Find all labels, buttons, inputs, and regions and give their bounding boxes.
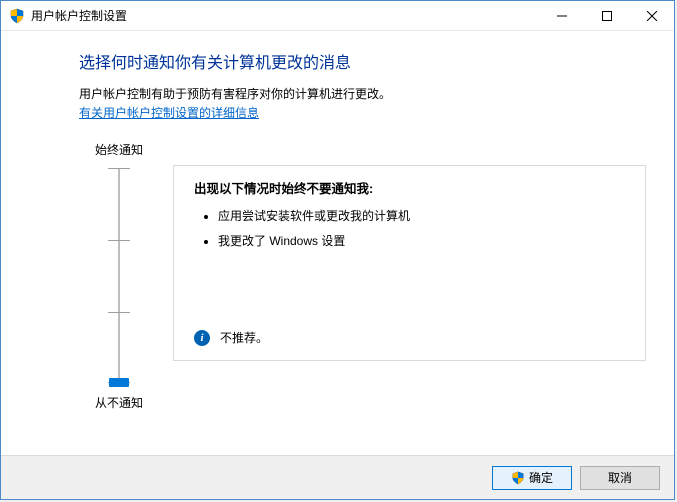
cancel-button[interactable]: 取消: [580, 466, 660, 490]
ok-button[interactable]: 确定: [492, 466, 572, 490]
description-text: 用户帐户控制有助于预防有害程序对你的计算机进行更改。: [79, 85, 646, 102]
page-heading: 选择何时通知你有关计算机更改的消息: [79, 49, 646, 73]
info-bullet: 我更改了 Windows 设置: [218, 232, 625, 249]
window-title: 用户帐户控制设置: [31, 7, 127, 24]
uac-shield-icon: [9, 8, 25, 24]
uac-level-slider[interactable]: [96, 168, 142, 384]
slider-tick: [108, 168, 130, 169]
slider-thumb[interactable]: [109, 378, 129, 387]
cancel-button-label: 取消: [608, 469, 632, 486]
slider-column: 始终通知 从不通知: [79, 141, 159, 411]
window-controls: [539, 1, 674, 30]
slider-track: [118, 168, 120, 384]
slider-bottom-label: 从不通知: [95, 394, 143, 411]
info-title: 出现以下情况时始终不要通知我:: [194, 178, 625, 197]
uac-settings-window: 用户帐户控制设置 选择何时通知你有关计算机更改的消息 用户帐户控制有助于预防有害…: [0, 0, 675, 500]
titlebar: 用户帐户控制设置: [1, 1, 674, 31]
footer-button-bar: 确定 取消: [1, 455, 674, 499]
slider-tick: [108, 312, 130, 313]
minimize-button[interactable]: [539, 1, 584, 30]
slider-top-label: 始终通知: [95, 141, 143, 158]
uac-shield-icon: [511, 471, 525, 485]
level-info-panel: 出现以下情况时始终不要通知我: 应用尝试安装软件或更改我的计算机 我更改了 Wi…: [173, 165, 646, 361]
maximize-button[interactable]: [584, 1, 629, 30]
learn-more-link[interactable]: 有关用户帐户控制设置的详细信息: [79, 104, 259, 121]
slider-tick: [108, 240, 130, 241]
recommend-text: 不推荐。: [220, 329, 268, 346]
info-bullet-list: 应用尝试安装软件或更改我的计算机 我更改了 Windows 设置: [194, 207, 625, 249]
ok-button-label: 确定: [529, 469, 553, 486]
close-button[interactable]: [629, 1, 674, 30]
info-icon: i: [194, 330, 210, 346]
recommend-row: i 不推荐。: [194, 329, 268, 346]
content-area: 选择何时通知你有关计算机更改的消息 用户帐户控制有助于预防有害程序对你的计算机进…: [1, 31, 674, 455]
main-row: 始终通知 从不通知 出现以下情况时始终不要通知我: 应用尝试安装软件或更改我的计…: [79, 137, 646, 411]
info-bullet: 应用尝试安装软件或更改我的计算机: [218, 207, 625, 224]
